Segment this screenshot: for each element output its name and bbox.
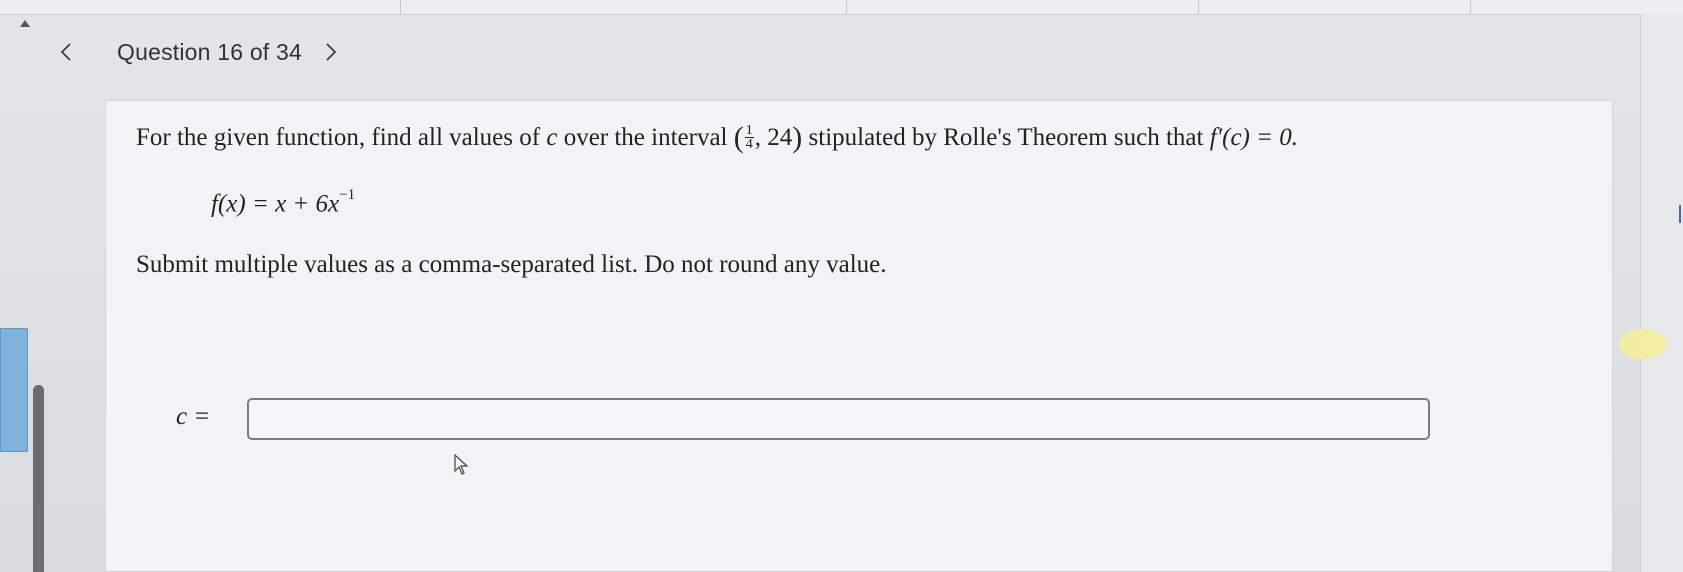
question-prompt: For the given function, find all values … <box>136 119 1298 154</box>
screen: Question 16 of 34 For the given function… <box>0 0 1683 572</box>
open-paren: ( <box>733 121 744 154</box>
close-paren: ) <box>792 121 803 154</box>
toolbar-divider <box>400 0 401 14</box>
function-exponent: −1 <box>339 187 356 203</box>
prompt-prefix: For the given function, find all values … <box>136 124 547 151</box>
scroll-up-icon[interactable] <box>20 20 30 27</box>
question-counter: Question 16 of 34 <box>117 38 302 65</box>
interval-lower-fraction: 14 <box>744 122 754 152</box>
prompt-mid-text: stipulated by Rolle's Theorem such that <box>802 124 1210 151</box>
toolbar-divider <box>846 0 847 14</box>
toolbar-divider <box>1198 0 1199 14</box>
answer-label: c = <box>176 403 211 430</box>
sidebar-tab[interactable] <box>0 328 28 452</box>
chevron-right-icon <box>326 43 337 61</box>
answer-input[interactable] <box>247 398 1430 440</box>
function-definition: f(x) = x + 6x−1 <box>211 187 356 218</box>
prompt-interval-text: over the interval <box>557 124 734 151</box>
variable-c: c <box>546 124 558 151</box>
top-toolbar-strip <box>0 0 1683 15</box>
light-glare <box>1619 329 1667 359</box>
derivative-condition: f′(c) = 0. <box>1209 124 1298 151</box>
function-lhs: f(x) = x + 6x <box>211 190 340 218</box>
fraction-denominator: 4 <box>745 136 753 152</box>
fraction-numerator: 1 <box>744 122 754 138</box>
toolbar-divider <box>1470 0 1471 14</box>
prev-question-button[interactable] <box>55 37 77 67</box>
chevron-left-icon <box>60 43 71 61</box>
right-rail <box>1619 14 1683 572</box>
scrollbar-thumb[interactable] <box>33 385 44 572</box>
question-navigation: Question 16 of 34 <box>55 35 342 69</box>
instruction-text: Submit multiple values as a comma-separa… <box>136 251 887 278</box>
rail-marker <box>1679 205 1681 223</box>
next-question-button[interactable] <box>320 37 342 67</box>
question-card: For the given function, find all values … <box>105 100 1613 572</box>
interval-upper: , 24 <box>754 124 793 151</box>
mouse-pointer-icon <box>454 454 469 475</box>
